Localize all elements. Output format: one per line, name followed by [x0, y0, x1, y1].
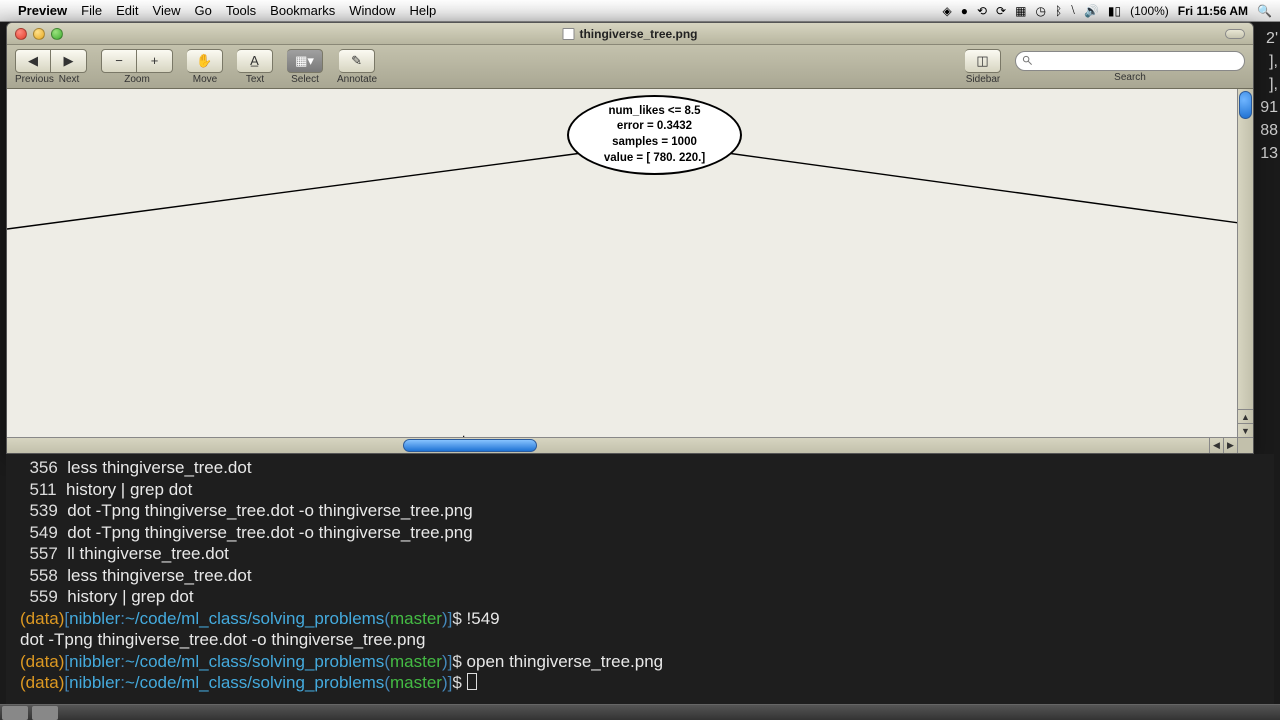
dropbox-icon[interactable]: ◈	[943, 4, 952, 18]
dock-app-icon[interactable]	[2, 706, 28, 720]
vscroll-thumb[interactable]	[1239, 91, 1252, 119]
dock-app-icon[interactable]	[32, 706, 58, 720]
terminal[interactable]: 356 less thingiverse_tree.dot 511 histor…	[6, 454, 1274, 704]
cloud-icon[interactable]: ●	[961, 4, 968, 18]
menu-go[interactable]: Go	[194, 3, 211, 18]
vertical-scrollbar[interactable]: ▲ ▼	[1237, 89, 1253, 437]
volume-icon[interactable]: 🔊	[1084, 4, 1099, 18]
scroll-up-button[interactable]: ▲	[1238, 409, 1253, 423]
menu-view[interactable]: View	[153, 3, 181, 18]
battery-icon[interactable]: ▮▯	[1108, 4, 1121, 18]
status-area: ◈ ● ⟲ ⟳ ▦ ◷ ᛒ ⧵ 🔊 ▮▯ (100%) Fri 11:56 AM…	[943, 3, 1273, 18]
bluetooth-icon[interactable]: ᛒ	[1055, 4, 1062, 18]
titlebar[interactable]: thingiverse_tree.png	[7, 23, 1253, 45]
hscroll-thumb[interactable]	[403, 439, 537, 452]
sync-icon[interactable]: ⟲	[977, 4, 987, 18]
battery-pct: (100%)	[1130, 4, 1169, 18]
menubar: Preview File Edit View Go Tools Bookmark…	[0, 0, 1280, 22]
resize-corner[interactable]	[1237, 437, 1253, 453]
tree-root-node: num_likes <= 8.5 error = 0.3432 samples …	[567, 95, 742, 175]
previous-button[interactable]: ◀	[15, 49, 51, 73]
background-editor-peek: 2' ], ], 91 88 13	[1256, 30, 1280, 163]
select-tool-button[interactable]: ▦▾	[287, 49, 323, 73]
close-button[interactable]	[15, 28, 27, 40]
clock[interactable]: Fri 11:56 AM	[1178, 4, 1248, 18]
toolbar: ◀ ▶ PreviousNext − + Zoom ✋ Move A̲ Text…	[7, 45, 1253, 89]
minimize-button[interactable]	[33, 28, 45, 40]
next-button[interactable]: ▶	[51, 49, 87, 73]
annotate-tool-button[interactable]: ✎	[339, 49, 375, 73]
menu-help[interactable]: Help	[409, 3, 436, 18]
scroll-left-button[interactable]: ◀	[1209, 438, 1223, 453]
wifi-icon[interactable]: ⧵	[1071, 3, 1075, 18]
window-title: thingiverse_tree.png	[562, 27, 697, 41]
refresh-icon[interactable]: ⟳	[996, 4, 1006, 18]
menu-edit[interactable]: Edit	[116, 3, 138, 18]
zoom-in-button[interactable]: +	[137, 49, 173, 73]
menu-window[interactable]: Window	[349, 3, 395, 18]
timemachine-icon[interactable]: ◷	[1035, 4, 1045, 18]
scroll-down-button[interactable]: ▼	[1238, 423, 1253, 437]
menu-bookmarks[interactable]: Bookmarks	[270, 3, 335, 18]
move-tool-button[interactable]: ✋	[187, 49, 223, 73]
search-input[interactable]	[1015, 51, 1245, 71]
menu-file[interactable]: File	[81, 3, 102, 18]
sidebar-button[interactable]: ◫	[965, 49, 1001, 73]
toolbar-toggle-pill[interactable]	[1225, 29, 1245, 39]
zoom-out-button[interactable]: −	[101, 49, 137, 73]
app-name[interactable]: Preview	[18, 3, 67, 18]
display-icon[interactable]: ▦	[1015, 4, 1026, 18]
file-icon	[562, 28, 574, 40]
horizontal-scrollbar[interactable]: ◀ ▶	[7, 437, 1237, 453]
dock[interactable]	[0, 704, 1280, 720]
scroll-right-button[interactable]: ▶	[1223, 438, 1237, 453]
text-tool-button[interactable]: A̲	[237, 49, 273, 73]
menu-tools[interactable]: Tools	[226, 3, 256, 18]
preview-window: thingiverse_tree.png ◀ ▶ PreviousNext − …	[6, 22, 1254, 454]
spotlight-icon[interactable]: 🔍	[1257, 4, 1272, 18]
zoom-button[interactable]	[51, 28, 63, 40]
search-icon	[1022, 55, 1033, 66]
image-canvas[interactable]: num_likes <= 8.5 error = 0.3432 samples …	[7, 89, 1237, 437]
